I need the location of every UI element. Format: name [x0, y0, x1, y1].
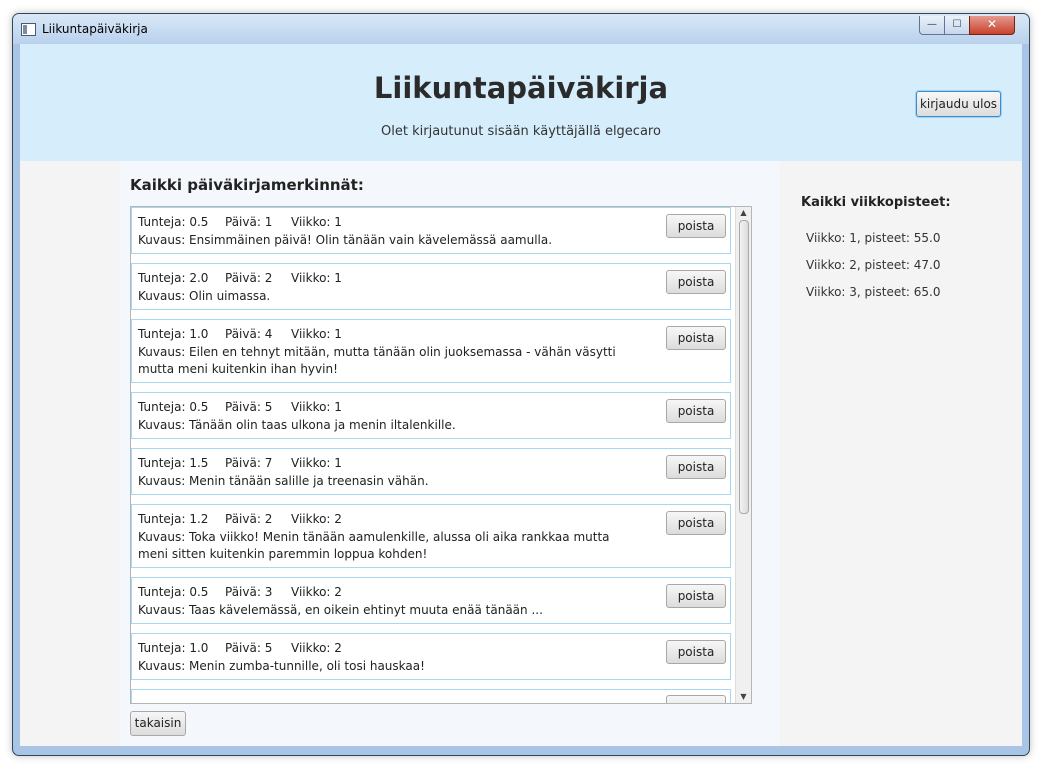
entry-hours: Tunteja: 1.5 — [138, 456, 209, 470]
list-item: Tunteja: 1.2 Päivä: 2 Viikko: 2 Kuvaus: To… — [131, 504, 731, 568]
list-item: Tunteja: 1.0 Päivä: 4 Viikko: 1 Kuvaus: Ei… — [131, 319, 731, 383]
header: Liikuntapäiväkirja Olet kirjautunut sisä… — [20, 44, 1022, 161]
entry-meta: Tunteja: 1.0 Päivä: 4 Viikko: 1 — [138, 327, 342, 341]
list-item: Tunteja: 0.5 Päivä: 3 Viikko: 2 Kuvaus: Ta… — [131, 577, 731, 624]
entry-hours: Tunteja: 0.5 — [138, 400, 209, 414]
delete-entry-button[interactable]: poista — [666, 326, 726, 350]
entry-meta: Tunteja: 0.5 Päivä: 3 Viikko: 2 — [138, 585, 342, 599]
entry-description: Kuvaus: Menin tänään salille ja treenasi… — [138, 474, 429, 488]
entries-panel: Kaikki päiväkirjamerkinnät: Tunteja: 0.5… — [120, 161, 780, 746]
app-window-icon — [21, 23, 36, 36]
delete-entry-button[interactable]: poista — [666, 455, 726, 479]
delete-entry-button[interactable]: poista — [666, 640, 726, 664]
client-area: Liikuntapäiväkirja Olet kirjautunut sisä… — [20, 44, 1022, 746]
entry-week: Viikko: 1 — [291, 215, 342, 229]
entry-day: Päivä: 5 — [225, 641, 273, 655]
list-item: Tunteja: 1.0 Päivä: 5 Viikko: 2 Kuvaus: Me… — [131, 633, 731, 680]
app-window: Liikuntapäiväkirja — ☐ ✕ Liikuntapäiväki… — [12, 13, 1030, 756]
entry-meta: Tunteja: 1.0 Päivä: 5 Viikko: 2 — [138, 641, 342, 655]
list-item: Tunteja: 0.5 Päivä: 5 Viikko: 1 Kuvaus: Tä… — [131, 392, 731, 439]
list-scrollbar[interactable]: ▲ ▼ — [735, 207, 751, 703]
weekly-points-item: Viikko: 2, pisteet: 47.0 — [806, 258, 941, 272]
list-item: Tunteja: 2.0 Päivä: 2 Viikko: 1 Kuvaus: Ol… — [131, 263, 731, 310]
minimize-button[interactable]: — — [919, 16, 945, 35]
entry-day: Päivä: 2 — [225, 512, 273, 526]
entry-week: Viikko: 2 — [291, 585, 342, 599]
list-item: Tunteja: 1.5 Päivä: 7 Viikko: 1 Kuvaus: Me… — [131, 448, 731, 495]
entry-week: Viikko: 1 — [291, 327, 342, 341]
entry-meta: Tunteja: 1.5 Päivä: 7 Viikko: 1 — [138, 456, 342, 470]
entries-title: Kaikki päiväkirjamerkinnät: — [130, 176, 364, 194]
entry-hours: Tunteja: 0.5 — [138, 585, 209, 599]
entry-hours: Tunteja: 2.0 — [138, 271, 209, 285]
close-button[interactable]: ✕ — [969, 16, 1015, 35]
login-info: Olet kirjautunut sisään käyttäjällä elge… — [381, 124, 661, 139]
delete-entry-button[interactable]: poista — [666, 584, 726, 608]
entry-hours: Tunteja: 0.5 — [138, 215, 209, 229]
entry-description: Kuvaus: Olin uimassa. — [138, 289, 271, 303]
app-title: Liikuntapäiväkirja — [373, 71, 669, 105]
weekly-points-title: Kaikki viikkopisteet: — [801, 195, 951, 210]
entry-day: Päivä: 5 — [225, 400, 273, 414]
entry-meta: Tunteja: 0.5 Päivä: 5 Viikko: 1 — [138, 400, 342, 414]
weekly-points-item: Viikko: 3, pisteet: 65.0 — [806, 285, 941, 299]
logout-button[interactable]: kirjaudu ulos — [916, 91, 1001, 117]
scroll-down-icon[interactable]: ▼ — [736, 691, 751, 703]
entry-day: Päivä: 4 — [225, 327, 273, 341]
entry-week: Viikko: 2 — [291, 641, 342, 655]
delete-entry-button[interactable]: poista — [666, 214, 726, 238]
entry-week: Viikko: 1 — [291, 271, 342, 285]
scrollbar-thumb[interactable] — [739, 220, 749, 514]
delete-entry-button[interactable]: poista — [666, 399, 726, 423]
entry-meta: Tunteja: 1.2 Päivä: 2 Viikko: 2 — [138, 512, 342, 526]
entry-day: Päivä: 3 — [225, 585, 273, 599]
entry-hours: Tunteja: 1.2 — [138, 512, 209, 526]
entry-day: Päivä: 7 — [225, 456, 273, 470]
entry-meta: Tunteja: 2.0 Päivä: 2 Viikko: 1 — [138, 271, 342, 285]
entry-description: Kuvaus: Eilen en tehnyt mitään, mutta tä… — [138, 345, 616, 376]
entry-description: Kuvaus: Taas kävelemässä, en oikein ehti… — [138, 603, 543, 617]
entry-week: Viikko: 1 — [291, 456, 342, 470]
entry-day: Päivä: 2 — [225, 271, 273, 285]
entry-description: Kuvaus: Toka viikko! Menin tänään aamule… — [138, 530, 610, 561]
entry-hours: Tunteja: 1.0 — [138, 641, 209, 655]
entry-day: Päivä: 1 — [225, 215, 273, 229]
back-button[interactable]: takaisin — [130, 711, 186, 736]
maximize-button[interactable]: ☐ — [944, 16, 970, 35]
window-title: Liikuntapäiväkirja — [42, 22, 148, 36]
entry-description: Kuvaus: Tänään olin taas ulkona ja menin… — [138, 418, 456, 432]
list-item: Tunteja: 0.5 Päivä: 1 Viikko: 1 Kuvaus: En… — [131, 207, 731, 254]
delete-entry-button[interactable] — [666, 695, 726, 703]
entry-hours: Tunteja: 1.0 — [138, 327, 209, 341]
entry-week: Viikko: 2 — [291, 512, 342, 526]
entries-list[interactable]: Tunteja: 0.5 Päivä: 1 Viikko: 1 Kuvaus: En… — [130, 206, 752, 704]
entry-meta: Tunteja: 0.5 Päivä: 1 Viikko: 1 — [138, 215, 342, 229]
delete-entry-button[interactable]: poista — [666, 511, 726, 535]
delete-entry-button[interactable]: poista — [666, 270, 726, 294]
entry-description: Kuvaus: Menin zumba-tunnille, oli tosi h… — [138, 659, 425, 673]
entry-week: Viikko: 1 — [291, 400, 342, 414]
entry-description: Kuvaus: Ensimmäinen päivä! Olin tänään v… — [138, 233, 553, 247]
title-bar[interactable]: Liikuntapäiväkirja — ☐ ✕ — [13, 14, 1029, 44]
scroll-up-icon[interactable]: ▲ — [736, 207, 751, 219]
list-item-partial — [131, 689, 731, 703]
weekly-points-item: Viikko: 1, pisteet: 55.0 — [806, 231, 941, 245]
